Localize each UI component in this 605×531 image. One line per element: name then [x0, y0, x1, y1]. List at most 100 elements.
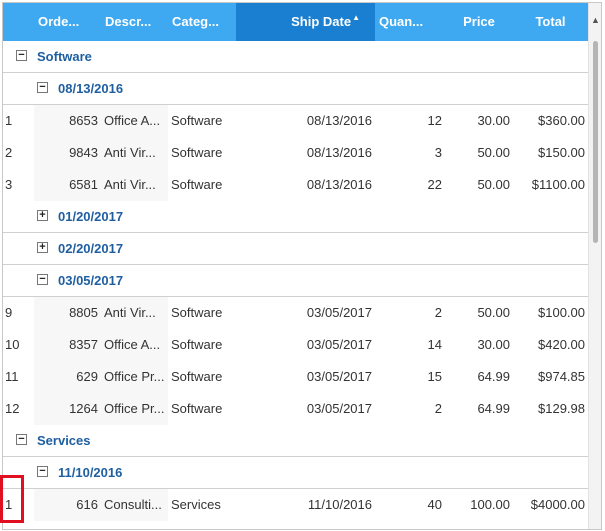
subgroup-row: +01/20/2017 — [3, 201, 588, 233]
cell-qty: 3 — [434, 145, 442, 160]
collapse-icon[interactable]: − — [16, 434, 27, 445]
table-row[interactable]: 9 8805 Anti Vir... Software 03/05/2017 2 50.00… — [3, 297, 588, 329]
table-row[interactable]: 3 6581 Anti Vir... Software 08/13/2016 22 50.0… — [3, 169, 588, 201]
cell-order: 8357 — [34, 329, 101, 361]
cell-date: 03/05/2017 — [306, 369, 372, 384]
subgroup-label: 01/20/2017 — [58, 209, 124, 224]
cell-price: 64.99 — [477, 369, 510, 384]
cell-order: 6581 — [34, 169, 101, 201]
cell-cat: Software — [171, 369, 223, 384]
cell-cat: Services — [171, 497, 221, 512]
cell-qty: 14 — [427, 337, 442, 352]
row-index: 3 — [5, 177, 13, 192]
cell-qty: 12 — [427, 113, 442, 128]
cell-date: 08/13/2016 — [306, 177, 372, 192]
column-header-5[interactable]: Price — [445, 3, 513, 41]
table-row[interactable]: 1 8653 Office A... Software 08/13/2016 12 30.0… — [3, 105, 588, 137]
cell-date: 03/05/2017 — [306, 401, 372, 416]
column-header-label: Categ... — [172, 14, 219, 29]
group-label: Services — [37, 433, 91, 448]
collapse-icon[interactable]: − — [37, 466, 48, 477]
highlight-box — [0, 475, 24, 523]
data-grid: Orde... Descr... Categ... Ship Date▲ Quan...… — [2, 2, 602, 530]
cell-qty: 2 — [434, 401, 442, 416]
subgroup-row: −08/13/2016 — [3, 73, 588, 105]
cell-date: 08/13/2016 — [306, 145, 372, 160]
column-header-label: Orde... — [38, 14, 80, 29]
cell-price: 30.00 — [477, 113, 510, 128]
row-index: 1 — [5, 113, 13, 128]
column-header-label: Quan... — [379, 14, 424, 29]
cell-price: 100.00 — [470, 497, 510, 512]
collapse-icon[interactable]: − — [37, 82, 48, 93]
cell-total: $360.00 — [538, 113, 585, 128]
cell-total: $974.85 — [538, 369, 585, 384]
cell-total: $4000.00 — [530, 497, 585, 512]
subgroup-row: −03/05/2017 — [3, 265, 588, 297]
column-header-1[interactable]: Descr... — [101, 3, 168, 41]
cell-qty: 40 — [427, 497, 442, 512]
subgroup-label: 03/05/2017 — [58, 273, 124, 288]
cell-order: 8653 — [34, 105, 101, 137]
cell-cat: Software — [171, 401, 223, 416]
cell-desc: Office A... — [101, 105, 168, 137]
cell-total: $1100.00 — [531, 177, 585, 192]
cell-cat: Software — [171, 177, 223, 192]
cell-price: 30.00 — [477, 337, 510, 352]
expand-icon[interactable]: + — [37, 242, 48, 253]
cell-order: 616 — [34, 489, 101, 521]
cell-date: 03/05/2017 — [306, 337, 372, 352]
cell-order: 9843 — [34, 137, 101, 169]
column-header-2[interactable]: Categ... — [168, 3, 236, 41]
collapse-icon[interactable]: − — [37, 274, 48, 285]
group-row: − Services — [3, 425, 588, 457]
column-header-0[interactable]: Orde... — [34, 3, 101, 41]
cell-cat: Software — [171, 337, 223, 352]
column-header-3[interactable]: Ship Date▲ — [236, 3, 375, 41]
cell-price: 50.00 — [477, 305, 510, 320]
column-header-label: Price — [463, 14, 495, 29]
row-index: 2 — [5, 145, 13, 160]
column-header-label: Descr... — [105, 14, 152, 29]
row-index: 9 — [5, 305, 13, 320]
column-header-6[interactable]: Total — [513, 3, 588, 41]
cell-date: 08/13/2016 — [306, 113, 372, 128]
cell-date: 11/10/2016 — [307, 497, 372, 512]
table-row[interactable]: 2 9843 Anti Vir... Software 08/13/2016 3 50.00… — [3, 137, 588, 169]
cell-desc: Office Pr... — [101, 361, 168, 393]
row-index: 10 — [5, 337, 20, 352]
cell-total: $150.00 — [538, 145, 585, 160]
group-label: Software — [37, 49, 92, 64]
cell-desc: Anti Vir... — [101, 297, 168, 329]
scroll-thumb[interactable] — [593, 41, 598, 243]
subgroup-label: 08/13/2016 — [58, 81, 124, 96]
grid-body: − Software −08/13/2016 1 8653 Office A... Soft… — [3, 41, 588, 529]
collapse-icon[interactable]: − — [16, 50, 27, 61]
table-row[interactable]: 11 629 Office Pr... Software 03/05/2017 15 64.… — [3, 361, 588, 393]
subgroup-label: 11/10/2016 — [58, 465, 123, 480]
cell-order: 8805 — [34, 297, 101, 329]
subgroup-label: 02/20/2017 — [58, 241, 124, 256]
sort-ascending-icon: ▲ — [352, 13, 360, 22]
cell-desc: Anti Vir... — [101, 169, 168, 201]
cell-total: $129.98 — [538, 401, 585, 416]
cell-desc: Anti Vir... — [101, 137, 168, 169]
subgroup-row: +02/20/2017 — [3, 233, 588, 265]
cell-cat: Software — [171, 145, 223, 160]
table-row[interactable]: 1 616 Consulti... Services 11/10/2016 40 100.0… — [3, 489, 588, 521]
cell-order: 1264 — [34, 393, 101, 425]
table-row[interactable]: 10 8357 Office A... Software 03/05/2017 14 30.… — [3, 329, 588, 361]
cell-desc: Consulti... — [101, 489, 168, 521]
table-row[interactable]: 12 1264 Office Pr... Software 03/05/2017 2 64.… — [3, 393, 588, 425]
expand-icon[interactable]: + — [37, 210, 48, 221]
row-index: 12 — [5, 401, 20, 416]
group-row: − Software — [3, 41, 588, 73]
vertical-scrollbar[interactable]: ▲ — [588, 3, 601, 529]
cell-qty: 2 — [434, 305, 442, 320]
cell-desc: Office Pr... — [101, 393, 168, 425]
cell-price: 50.00 — [477, 177, 510, 192]
scroll-up-arrow-icon[interactable]: ▲ — [591, 15, 600, 25]
column-header-4[interactable]: Quan... — [375, 3, 445, 41]
cell-qty: 22 — [427, 177, 442, 192]
column-header-label: Ship Date — [291, 14, 352, 29]
